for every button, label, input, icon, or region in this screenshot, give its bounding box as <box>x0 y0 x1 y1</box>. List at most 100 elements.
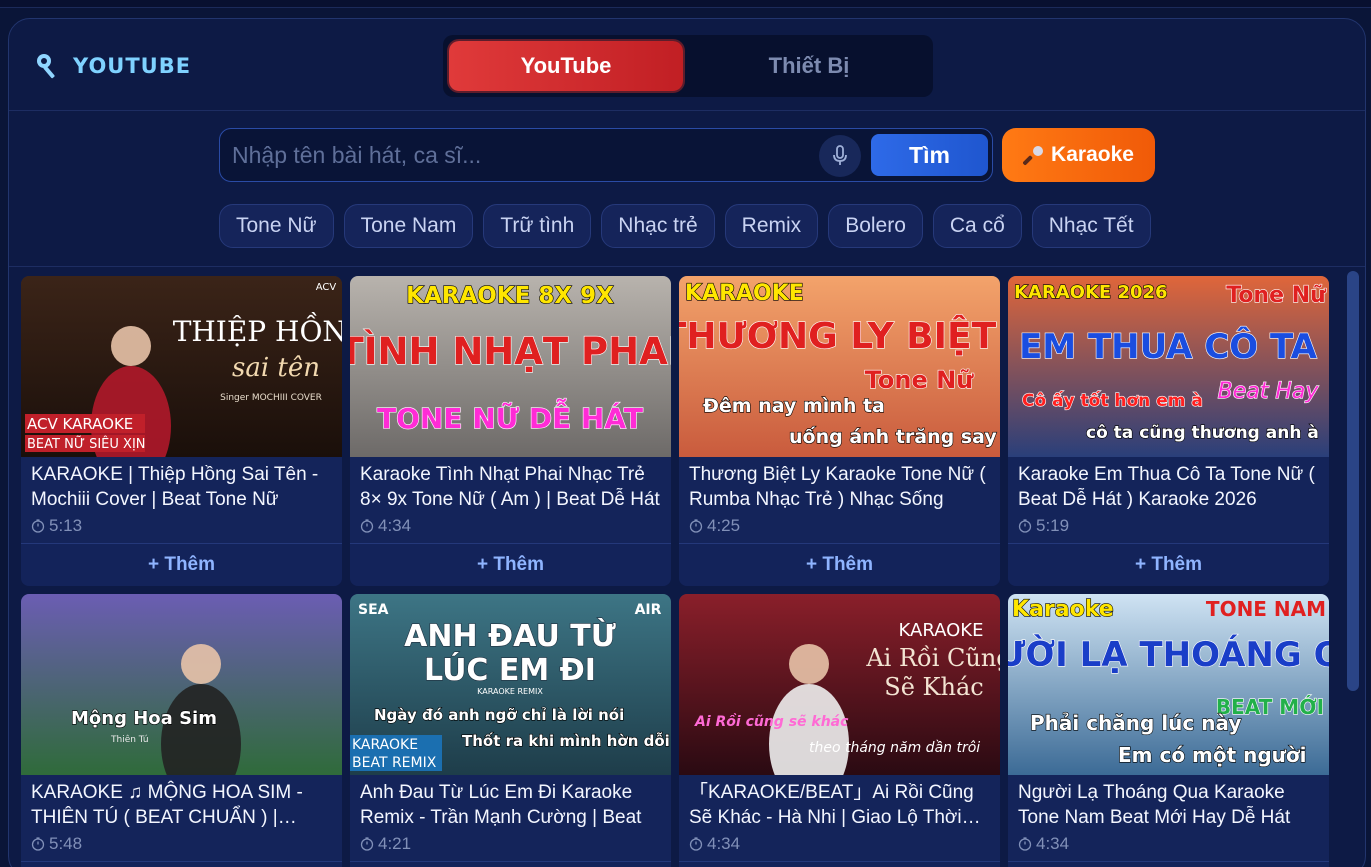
karaoke-button[interactable]: Karaoke <box>1002 128 1155 182</box>
video-duration: 5:13 <box>31 516 82 536</box>
filter-chip[interactable]: Trữ tình <box>483 204 592 248</box>
video-card[interactable]: KARAOKE 2026 Tone Nữ EM THUA CÔ TA Beat Hay… <box>1008 276 1329 586</box>
video-thumbnail[interactable]: Mộng Hoa Sim Thiên Tú <box>21 594 342 775</box>
brand: YOUTUBE <box>33 51 191 81</box>
singer-figure <box>181 644 221 684</box>
video-title[interactable]: Người Lạ Thoáng Qua Karaoke Tone Nam Bea… <box>1018 780 1320 830</box>
add-to-queue-button[interactable]: + Thêm <box>21 543 342 586</box>
duration-text: 4:34 <box>378 516 412 535</box>
duration-text: 5:19 <box>1036 516 1070 535</box>
search-key-icon <box>37 54 55 79</box>
clock-icon <box>689 519 703 533</box>
filter-chip[interactable]: Remix <box>724 204 819 248</box>
video-thumbnail[interactable]: KARAOKE 2026 Tone Nữ EM THUA CÔ TA Beat Hay… <box>1008 276 1329 457</box>
clock-icon <box>31 837 45 851</box>
filter-chip[interactable]: Ca cổ <box>932 204 1022 248</box>
add-to-queue-button[interactable]: + Thêm <box>679 543 1000 586</box>
thumbnail-text-line4: Đêm nay mình ta <box>703 395 885 417</box>
thumbnail-text-line4: Ngày đó anh ngỡ chỉ là lời nói <box>374 706 624 724</box>
thumbnail-text-line1: THIỆP HỒNG <box>173 311 342 348</box>
thumbnail-image: KaraokeTONE NAMNGƯỜI LẠ THOÁNG QUABEAT M… <box>1008 594 1329 775</box>
video-title[interactable]: KARAOKE | Thiệp Hồng Sai Tên - Mochiii C… <box>31 462 333 512</box>
thumbnail-text-line2: Ai Rồi Cũng <box>865 644 1000 672</box>
filter-chip[interactable]: Tone Nam <box>343 204 474 248</box>
thumbnail-text-line3: TONE NỮ DỄ HÁT <box>377 397 643 435</box>
filter-chip[interactable]: Nhạc trẻ <box>601 204 715 248</box>
video-title[interactable]: KARAOKE ♫ MỘNG HOA SIM - THIÊN TÚ ( BEAT… <box>31 780 333 830</box>
thumbnail-text-line2: LÚC EM ĐI <box>424 651 596 688</box>
video-duration: 5:48 <box>31 834 82 854</box>
video-duration: 5:19 <box>1018 516 1069 536</box>
video-thumbnail[interactable]: KARAOKE THƯƠNG LY BIỆT Tone Nữ Đêm nay mình… <box>679 276 1000 457</box>
thumbnail-text-line2: sai tên <box>232 353 320 383</box>
thumbnail-text-line2: Thiên Tú <box>110 734 149 745</box>
scrollbar-thumb[interactable] <box>1347 271 1359 691</box>
filter-chip[interactable]: Bolero <box>828 204 923 248</box>
tab-youtube[interactable]: YouTube <box>449 41 683 91</box>
clock-icon <box>360 519 374 533</box>
thumbnail-text-line5: uống ánh trăng say <box>789 425 997 448</box>
video-title[interactable]: Karaoke Tình Nhạt Phai Nhạc Trẻ 8× 9x To… <box>360 462 662 512</box>
duration-text: 4:34 <box>707 834 741 853</box>
add-to-queue-button[interactable]: + Thêm <box>1008 543 1329 586</box>
add-to-queue-button[interactable]: + Thêm <box>1008 861 1329 867</box>
thumbnail-text-corner: SEA <box>358 602 389 618</box>
video-card[interactable]: KARAOKE 8X 9X TÌNH NHẠT PHAI TONE NỮ DỄ HÁ… <box>350 276 671 586</box>
search-bar: Tìm <box>219 128 993 182</box>
thumbnail-text-line5: theo tháng năm dần trôi <box>809 740 980 756</box>
video-thumbnail[interactable]: KARAOKE 8X 9X TÌNH NHẠT PHAI TONE NỮ DỄ HÁ… <box>350 276 671 457</box>
duration-text: 4:25 <box>707 516 741 535</box>
video-duration: 4:25 <box>689 516 740 536</box>
thumbnail-text-corner: ACV <box>316 282 337 293</box>
tab-device[interactable]: Thiết Bị <box>691 41 927 91</box>
clock-icon <box>689 837 703 851</box>
video-thumbnail[interactable]: KARAOKE Ai Rồi Cũng Sẽ Khác Ai Rồi cũng sẽ … <box>679 594 1000 775</box>
filter-chip[interactable]: Tone Nữ <box>219 204 334 248</box>
clock-icon <box>1018 519 1032 533</box>
thumbnail-text-line6: Beat Hay <box>1218 379 1320 404</box>
video-thumbnail[interactable]: THIỆP HỒNG sai tên Singer MOCHIII COVER ACV… <box>21 276 342 457</box>
video-duration: 4:34 <box>689 834 740 854</box>
filter-chip[interactable]: Nhạc Tết <box>1031 204 1151 248</box>
video-card[interactable]: KaraokeTONE NAMNGƯỜI LẠ THOÁNG QUABEAT M… <box>1008 594 1329 867</box>
video-title[interactable]: Karaoke Em Thua Cô Ta Tone Nữ ( Beat Dễ … <box>1018 462 1320 512</box>
video-title[interactable]: Thương Biệt Ly Karaoke Tone Nữ ( Rumba N… <box>689 462 991 512</box>
thumbnail-text-line3: KARAOKE REMIX <box>477 687 543 696</box>
clock-icon <box>360 837 374 851</box>
thumbnail-text-line3: TONE NAM <box>1206 597 1326 621</box>
voice-search-button[interactable] <box>819 135 861 177</box>
search-input[interactable] <box>232 135 812 175</box>
singer-figure <box>789 644 829 684</box>
search-button[interactable]: Tìm <box>871 134 988 176</box>
thumbnail-image: KARAOKE 2026 Tone Nữ EM THUA CÔ TA Beat Hay… <box>1008 276 1329 457</box>
video-card[interactable]: KARAOKE Ai Rồi Cũng Sẽ Khác Ai Rồi cũng sẽ … <box>679 594 1000 867</box>
video-card[interactable]: Mộng Hoa Sim Thiên Tú KARAOKE ♫ MỘNG HOA S… <box>21 594 342 867</box>
thumbnail-image: KARAOKE THƯƠNG LY BIỆT Tone NữĐêm nay mình… <box>679 276 1000 457</box>
thumbnail-text-badge2: BEAT NỮ SIÊU XỊN <box>27 436 146 452</box>
video-title[interactable]: 「KARAOKE/BEAT」Ai Rồi Cũng Sẽ Khác - Hà N… <box>689 780 991 830</box>
thumbnail-text-badge1: ACV KARAOKE <box>27 415 133 433</box>
clock-icon <box>1018 837 1032 851</box>
thumbnail-text-line1: ANH ĐAU TỪ <box>404 617 616 654</box>
video-card[interactable]: KARAOKE THƯƠNG LY BIỆT Tone Nữ Đêm nay mình… <box>679 276 1000 586</box>
duration-text: 4:21 <box>378 834 412 853</box>
add-to-queue-button[interactable]: + Thêm <box>21 861 342 867</box>
thumbnail-text-line3: Tone Nữ <box>865 366 974 394</box>
video-thumbnail[interactable]: KaraokeTONE NAMNGƯỜI LẠ THOÁNG QUABEAT M… <box>1008 594 1329 775</box>
karaoke-button-label: Karaoke <box>1051 143 1134 166</box>
video-card[interactable]: SEA AIR ANH ĐAU TỪ LÚC EM ĐI KARAOKE REMIX Ng… <box>350 594 671 867</box>
thumbnail-text-line2: THƯƠNG LY BIỆT <box>679 314 997 357</box>
thumbnail-text-line2: EM THUA CÔ TA <box>1019 326 1318 367</box>
thumbnail-image: KARAOKE Ai Rồi CũngSẽ Khác Ai Rồi cũng sẽ … <box>679 594 1000 775</box>
add-to-queue-button[interactable]: + Thêm <box>679 861 1000 867</box>
add-to-queue-button[interactable]: + Thêm <box>350 543 671 586</box>
video-duration: 4:21 <box>360 834 411 854</box>
thumbnail-text-line5: cô ta cũng thương anh à <box>1086 423 1319 443</box>
video-card[interactable]: THIỆP HỒNG sai tên Singer MOCHIII COVER ACV… <box>21 276 342 586</box>
video-title[interactable]: Anh Đau Từ Lúc Em Đi Karaoke Remix - Trầ… <box>360 780 662 830</box>
scrollbar[interactable] <box>1343 269 1359 867</box>
thumbnail-text-line1: Mộng Hoa Sim <box>71 708 217 729</box>
thumbnail-text-line3: Singer MOCHIII COVER <box>220 393 322 403</box>
add-to-queue-button[interactable]: + Thêm <box>350 861 671 867</box>
video-thumbnail[interactable]: SEA AIR ANH ĐAU TỪ LÚC EM ĐI KARAOKE REMIX Ng… <box>350 594 671 775</box>
